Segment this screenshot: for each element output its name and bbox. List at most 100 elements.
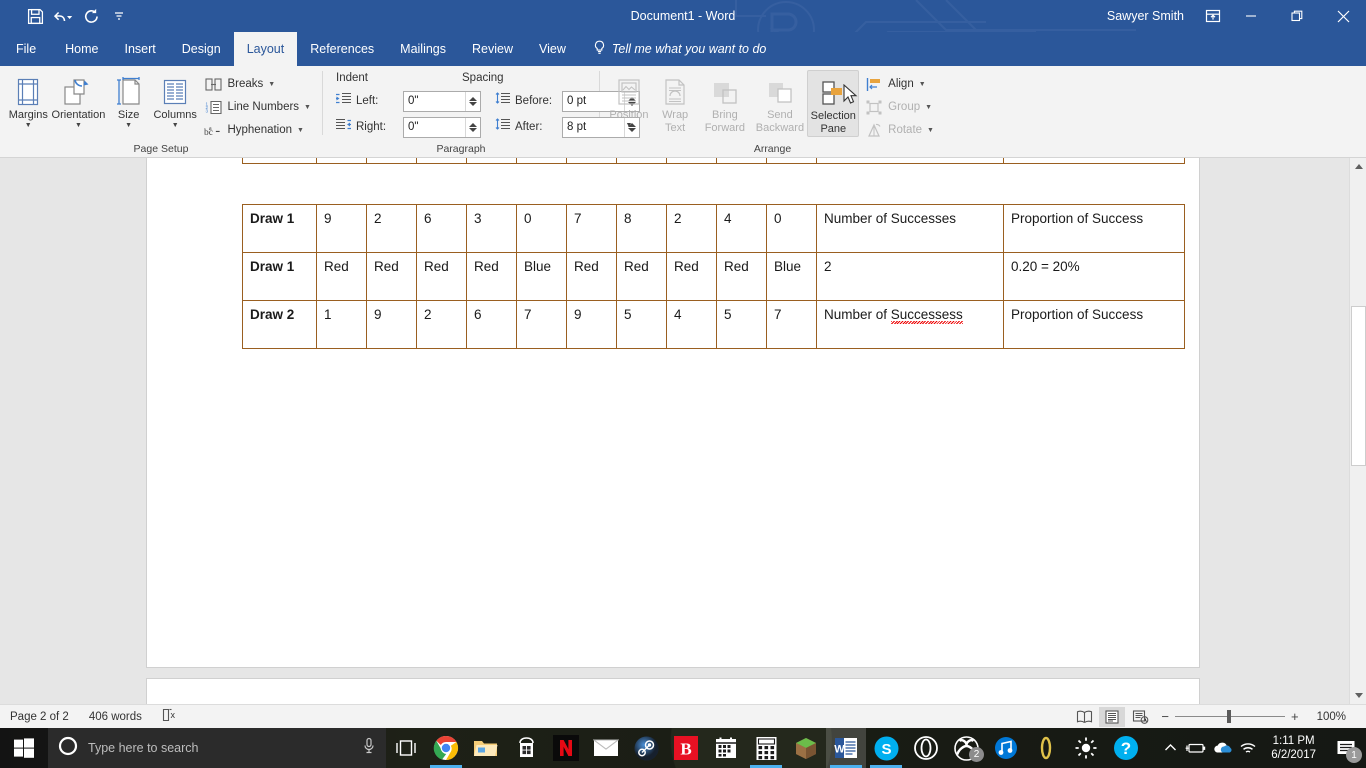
redo-icon[interactable] <box>78 3 104 29</box>
row-label-cell[interactable]: Draw 1 <box>242 252 317 301</box>
draw-value-cell[interactable]: 9 <box>566 300 617 349</box>
indent-right-spin-arrows[interactable] <box>465 117 480 137</box>
draw-value-cell[interactable]: Red <box>716 252 767 301</box>
rotate-button[interactable]: Rotate ▼ <box>863 119 940 141</box>
tab-references[interactable]: References <box>297 32 387 66</box>
help-icon[interactable]: ? <box>1106 728 1146 768</box>
table-draws[interactable]: Draw 1 9 2 6 3 0 7 8 2 4 0 Number of Successes Propo… <box>242 204 1185 349</box>
opera-icon[interactable] <box>906 728 946 768</box>
align-button[interactable]: Align ▼ <box>863 73 940 95</box>
brave-icon[interactable]: B <box>666 728 706 768</box>
proportion-cell[interactable]: Proportion of Success <box>1003 204 1185 253</box>
restore-button[interactable] <box>1274 0 1320 32</box>
cell[interactable] <box>516 158 567 164</box>
chevron-down-icon[interactable]: ▼ <box>25 122 32 130</box>
scroll-up-button[interactable] <box>1350 158 1366 175</box>
tell-me-search[interactable]: Tell me what you want to do <box>579 32 777 66</box>
draw-value-cell[interactable]: Red <box>566 252 617 301</box>
margins-button[interactable]: Margins ▼ <box>5 70 52 130</box>
netflix-icon[interactable] <box>546 728 586 768</box>
bring-forward-button[interactable]: Bring Forward <box>697 70 752 135</box>
draw-value-cell[interactable]: 6 <box>416 204 467 253</box>
draw-value-cell[interactable]: 4 <box>716 204 767 253</box>
chevron-down-icon[interactable]: ▼ <box>304 104 311 111</box>
cell[interactable] <box>616 158 667 164</box>
table-row[interactable]: Draw 1 Red Red Red Red Blue Red Red Red Red Blue 2 0… <box>242 252 1185 301</box>
zoom-slider[interactable]: − + <box>1155 709 1304 724</box>
tab-mailings[interactable]: Mailings <box>387 32 459 66</box>
calendar-icon[interactable] <box>706 728 746 768</box>
draw-value-cell[interactable]: 0 <box>516 204 567 253</box>
web-layout-button[interactable] <box>1127 707 1153 727</box>
successes-cell[interactable]: Number of Successess <box>816 300 1004 349</box>
draw-value-cell[interactable]: 7 <box>516 300 567 349</box>
chevron-down-icon[interactable]: ▼ <box>925 104 932 111</box>
draw-value-cell[interactable]: Blue <box>516 252 567 301</box>
word-icon[interactable]: W <box>826 728 866 768</box>
cell[interactable] <box>566 158 617 164</box>
tab-design[interactable]: Design <box>169 32 234 66</box>
draw-value-cell[interactable]: Red <box>316 252 367 301</box>
chevron-down-icon[interactable]: ▼ <box>626 122 633 130</box>
chevron-down-icon[interactable]: ▼ <box>75 122 82 130</box>
task-view-icon[interactable] <box>386 728 426 768</box>
cell[interactable] <box>366 158 417 164</box>
cell[interactable] <box>316 158 367 164</box>
draw-value-cell[interactable]: 2 <box>416 300 467 349</box>
draw-value-cell[interactable]: 8 <box>616 204 667 253</box>
successes-cell[interactable]: 2 <box>816 252 1004 301</box>
cell[interactable] <box>716 158 767 164</box>
selection-pane-button[interactable]: Selection Pane <box>807 70 860 137</box>
action-center-icon[interactable]: 1 <box>1326 728 1366 768</box>
calculator-icon[interactable] <box>746 728 786 768</box>
draw-value-cell[interactable]: 2 <box>366 204 417 253</box>
word-count[interactable]: 406 words <box>79 711 152 723</box>
tab-home[interactable]: Home <box>52 32 111 66</box>
cell[interactable] <box>766 158 817 164</box>
size-button[interactable]: Size ▼ <box>105 70 152 130</box>
draw-value-cell[interactable]: 7 <box>766 300 817 349</box>
scroll-down-button[interactable] <box>1350 687 1366 704</box>
tab-view[interactable]: View <box>526 32 579 66</box>
read-mode-button[interactable] <box>1071 707 1097 727</box>
zoom-out-button[interactable]: − <box>1161 709 1169 724</box>
draw-value-cell[interactable]: 4 <box>666 300 717 349</box>
user-account-name[interactable]: Sawyer Smith <box>1093 9 1198 23</box>
orientation-button[interactable]: Orientation ▼ <box>52 70 105 130</box>
microsoft-store-icon[interactable] <box>506 728 546 768</box>
successes-cell[interactable]: Number of Successes <box>816 204 1004 253</box>
tab-review[interactable]: Review <box>459 32 526 66</box>
table-row[interactable]: Draw 1 9 2 6 3 0 7 8 2 4 0 Number of Successes Propo… <box>242 204 1185 253</box>
chevron-down-icon[interactable]: ▼ <box>172 122 179 130</box>
indent-left-input[interactable] <box>404 91 465 111</box>
tab-file[interactable]: File <box>0 32 53 66</box>
draw-value-cell[interactable]: 2 <box>666 204 717 253</box>
draw-value-cell[interactable]: 5 <box>616 300 667 349</box>
hyphenation-button[interactable]: bc a Hyphenation ▼ <box>202 119 317 141</box>
xbox-icon[interactable]: 2 <box>946 728 986 768</box>
vertical-scrollbar[interactable] <box>1349 158 1366 704</box>
line-numbers-button[interactable]: 123 Line Numbers ▼ <box>202 96 317 118</box>
chevron-down-icon[interactable]: ▼ <box>268 81 275 88</box>
page-indicator[interactable]: Page 2 of 2 <box>0 711 79 723</box>
row-label-cell[interactable]: Draw 1 <box>242 204 317 253</box>
cell[interactable] <box>416 158 467 164</box>
minimize-button[interactable] <box>1228 0 1274 32</box>
cell[interactable] <box>242 158 317 164</box>
draw-value-cell[interactable]: 3 <box>466 204 517 253</box>
misspelled-word[interactable]: Successess <box>891 307 963 322</box>
ribbon-display-options-icon[interactable] <box>1198 0 1228 32</box>
draw-value-cell[interactable]: 1 <box>316 300 367 349</box>
draw-value-cell[interactable]: 5 <box>716 300 767 349</box>
zoom-in-button[interactable]: + <box>1291 709 1299 724</box>
draw-value-cell[interactable]: Red <box>366 252 417 301</box>
indent-right-input[interactable] <box>404 117 465 137</box>
group-button[interactable]: Group ▼ <box>863 96 940 118</box>
wifi-icon[interactable] <box>1235 728 1261 768</box>
brightness-icon[interactable] <box>1066 728 1106 768</box>
breaks-button[interactable]: Breaks ▼ <box>202 73 317 95</box>
steam-icon[interactable] <box>626 728 666 768</box>
scrollbar-thumb[interactable] <box>1351 306 1366 466</box>
cell[interactable] <box>816 158 1004 164</box>
onedrive-icon[interactable] <box>1209 728 1235 768</box>
